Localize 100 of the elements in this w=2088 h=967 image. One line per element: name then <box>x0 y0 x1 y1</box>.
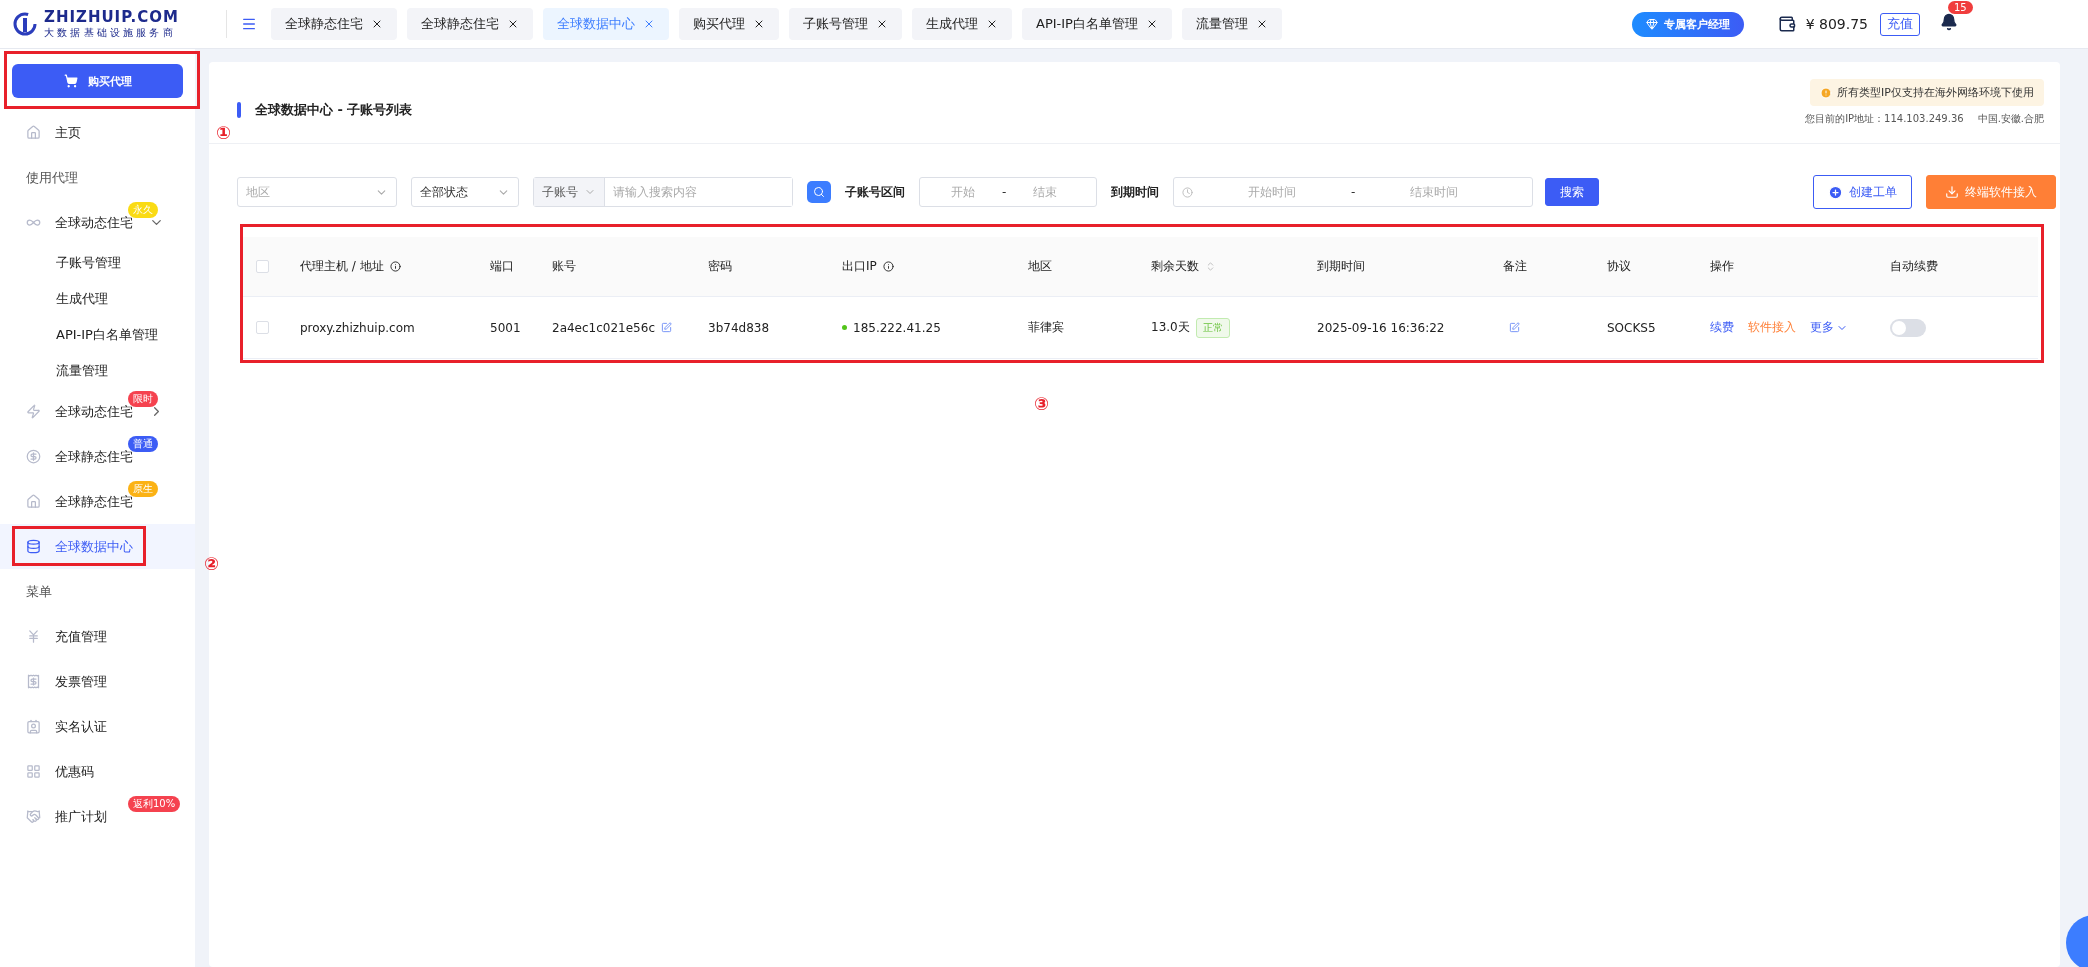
plus-icon <box>1828 184 1843 200</box>
checkbox[interactable] <box>256 321 269 334</box>
tab[interactable]: 全球数据中心 <box>543 8 669 40</box>
sidebar-item[interactable]: 全球静态住宅 原生 <box>0 479 195 524</box>
buy-proxy-button[interactable]: 购买代理 <box>12 64 183 98</box>
table-cell: 185.222.41.25 <box>853 320 941 335</box>
column-header: 端口 <box>490 258 515 275</box>
badge: 原生 <box>128 481 158 497</box>
recharge-button[interactable]: 充值 <box>1880 12 1920 36</box>
status-tag: 正常 <box>1195 317 1230 338</box>
balance: ¥ 809.75 <box>1805 16 1868 32</box>
column-header: 到期时间 <box>1317 258 1366 275</box>
ip-location: 中国.安徽.合肥 <box>1977 112 2044 126</box>
title-bar <box>237 101 241 118</box>
expiry-label: 到期时间 <box>1111 183 1159 201</box>
close-icon[interactable] <box>371 18 383 30</box>
yen-icon <box>26 629 41 644</box>
grid-icon <box>26 764 41 779</box>
menu-icon[interactable] <box>241 16 257 32</box>
info-icon <box>882 261 894 272</box>
sidebar-item[interactable]: 全球动态住宅 永久 <box>0 200 195 245</box>
auto-renew-switch[interactable] <box>1890 318 1926 337</box>
range-separator: - <box>1002 185 1007 199</box>
wallet-icon <box>1777 15 1796 33</box>
badge: 限时 <box>128 391 158 407</box>
id-card-icon <box>26 719 41 734</box>
diamond-icon <box>1645 18 1658 30</box>
brand-tagline: 大 数 据 基 础 设 施 服 务 商 <box>44 26 174 40</box>
handshake-icon <box>26 809 41 824</box>
annotation-number: ③ <box>1034 393 1050 414</box>
table-cell-text: proxy.zhizhuip.com <box>300 320 416 335</box>
more-link[interactable]: 更多 <box>1810 319 1848 336</box>
sidebar-item[interactable]: 实名认证 <box>0 704 195 749</box>
notification-badge: 15 <box>1948 1 1973 14</box>
tab[interactable]: 全球静态住宅 <box>271 8 397 40</box>
notice: 所有类型IP仅支持在海外网络环境下使用 <box>1810 79 2044 106</box>
table-cell-text: 菲律宾 <box>1028 319 1065 336</box>
status-select[interactable]: 全部状态 <box>411 177 519 207</box>
column-header: 地区 <box>1028 258 1053 275</box>
column-header: 自动续费 <box>1890 258 1939 275</box>
sidebar-item[interactable]: 推广计划 返利10% <box>0 794 195 839</box>
page-title: 全球数据中心 - 子账号列表 <box>255 100 413 119</box>
submenu-item[interactable]: 流量管理 <box>0 353 195 389</box>
range-label: 子账号区间 <box>845 183 905 201</box>
tab[interactable]: 流量管理 <box>1181 8 1282 40</box>
submenu-item[interactable]: API-IP白名单管理 <box>0 317 195 353</box>
search-button[interactable] <box>807 181 831 203</box>
section-label: 使用代理 <box>25 168 79 187</box>
range-field[interactable]: 开始 - 结束 <box>919 177 1097 207</box>
close-icon[interactable] <box>986 18 998 30</box>
manager-button[interactable]: 专属客户经理 <box>1631 11 1744 37</box>
submenu-item[interactable]: 生成代理 <box>0 281 195 317</box>
tab[interactable]: API-IP白名单管理 <box>1022 8 1172 40</box>
sidebar-item[interactable]: 优惠码 <box>0 749 195 794</box>
ip-address: 您目前的IP地址：114.103.249.36 <box>1805 112 1964 126</box>
download-icon <box>1945 185 1959 199</box>
sidebar-item[interactable]: 发票管理 <box>0 659 195 704</box>
close-icon[interactable] <box>753 18 765 30</box>
close-icon[interactable] <box>507 18 519 30</box>
home-icon <box>26 125 41 140</box>
date-range-field[interactable]: 开始时间 - 结束时间 <box>1173 177 1533 207</box>
column-header: 操作 <box>1710 258 1735 275</box>
bell-icon[interactable] <box>1940 13 1958 31</box>
annotation-number: ② <box>204 553 220 574</box>
table-cell-text: SOCKS5 <box>1607 320 1657 335</box>
column-header: 备注 <box>1503 258 1528 275</box>
info-icon <box>389 261 401 272</box>
column-header: 代理主机 / 地址 <box>300 258 490 275</box>
badge: 永久 <box>128 202 158 218</box>
column-header: 账号 <box>552 258 577 275</box>
search-field[interactable]: 子账号 请输入搜索内容 <box>533 177 793 207</box>
table-cell-text: 5001 <box>490 320 522 335</box>
logo-icon <box>12 11 38 37</box>
table-cell: 13.0天 <box>1151 319 1190 336</box>
database-icon <box>26 539 41 554</box>
search-submit-button[interactable]: 搜索 <box>1545 178 1599 206</box>
create-ticket-button[interactable]: 创建工单 <box>1813 175 1912 209</box>
close-icon[interactable] <box>876 18 888 30</box>
sidebar-item[interactable]: 全球动态住宅 限时 <box>0 389 195 434</box>
tab[interactable]: 购买代理 <box>679 8 779 40</box>
tab[interactable]: 子账号管理 <box>789 8 902 40</box>
column-header[interactable]: 剩余天数 <box>1151 258 1317 275</box>
clock-icon <box>1182 186 1193 198</box>
sidebar-item[interactable]: 主页 <box>0 110 195 155</box>
sidebar-item[interactable]: 全球静态住宅 普通 <box>0 434 195 479</box>
badge: 普通 <box>128 436 158 452</box>
range-separator: - <box>1351 185 1356 199</box>
table-cell-text: 2025-09-16 16:36:22 <box>1317 320 1446 335</box>
column-header: 出口IP <box>842 258 1028 275</box>
sidebar-item[interactable]: 充值管理 <box>0 614 195 659</box>
renew-link[interactable]: 续费 <box>1710 319 1734 336</box>
checkbox[interactable] <box>256 260 269 273</box>
tab[interactable]: 全球静态住宅 <box>407 8 533 40</box>
coin-icon <box>26 449 41 464</box>
submenu-item[interactable]: 子账号管理 <box>0 245 195 281</box>
tab[interactable]: 生成代理 <box>912 8 1012 40</box>
search-type-select[interactable]: 子账号 <box>534 178 605 206</box>
lightning-icon <box>26 404 41 419</box>
table-cell-text: 3b74d838 <box>708 320 771 335</box>
column-header: 协议 <box>1607 258 1632 275</box>
